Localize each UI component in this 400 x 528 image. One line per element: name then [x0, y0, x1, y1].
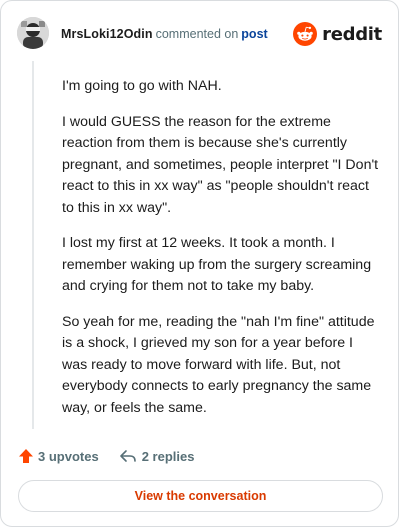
thread-line	[32, 61, 34, 429]
upvotes-count: 3 upvotes	[38, 448, 99, 464]
comment-paragraph: I'm going to go with NAH.	[62, 78, 222, 94]
comment-paragraph: I lost my first at 12 weeks. It took a m…	[62, 235, 372, 294]
reddit-logo[interactable]: reddit	[293, 21, 382, 47]
avatar[interactable]	[17, 17, 49, 49]
commented-on-text: commented on	[155, 27, 239, 41]
post-link[interactable]: post	[241, 27, 267, 41]
view-conversation-button[interactable]: View the conversation	[18, 480, 383, 512]
username-link[interactable]: MrsLoki12Odin	[61, 27, 153, 41]
reply-arrow-icon	[119, 450, 136, 462]
upvote-arrow-icon	[19, 449, 33, 463]
comment-byline: MrsLoki12Odin commented on post	[61, 26, 268, 42]
comment-body: I'm going to go with NAH. I would GUESS …	[62, 76, 380, 433]
comment-paragraph: So yeah for me, reading the "nah I'm fin…	[62, 313, 375, 416]
reddit-snoo-icon	[293, 22, 318, 46]
replies-count: 2 replies	[141, 448, 195, 464]
comment-paragraph: I would GUESS the reason for the extreme…	[62, 113, 379, 216]
comment-footer: 3 upvotes 2 replies	[18, 445, 194, 467]
reddit-wordmark: reddit	[322, 23, 382, 45]
replies-stat[interactable]: 2 replies	[119, 448, 195, 464]
comment-embed-card: MrsLoki12Odin commented on post reddit I'm…	[0, 0, 399, 527]
comment-header: MrsLoki12Odin commented on post reddit	[1, 1, 398, 65]
upvotes-stat[interactable]: 3 upvotes	[18, 448, 99, 464]
